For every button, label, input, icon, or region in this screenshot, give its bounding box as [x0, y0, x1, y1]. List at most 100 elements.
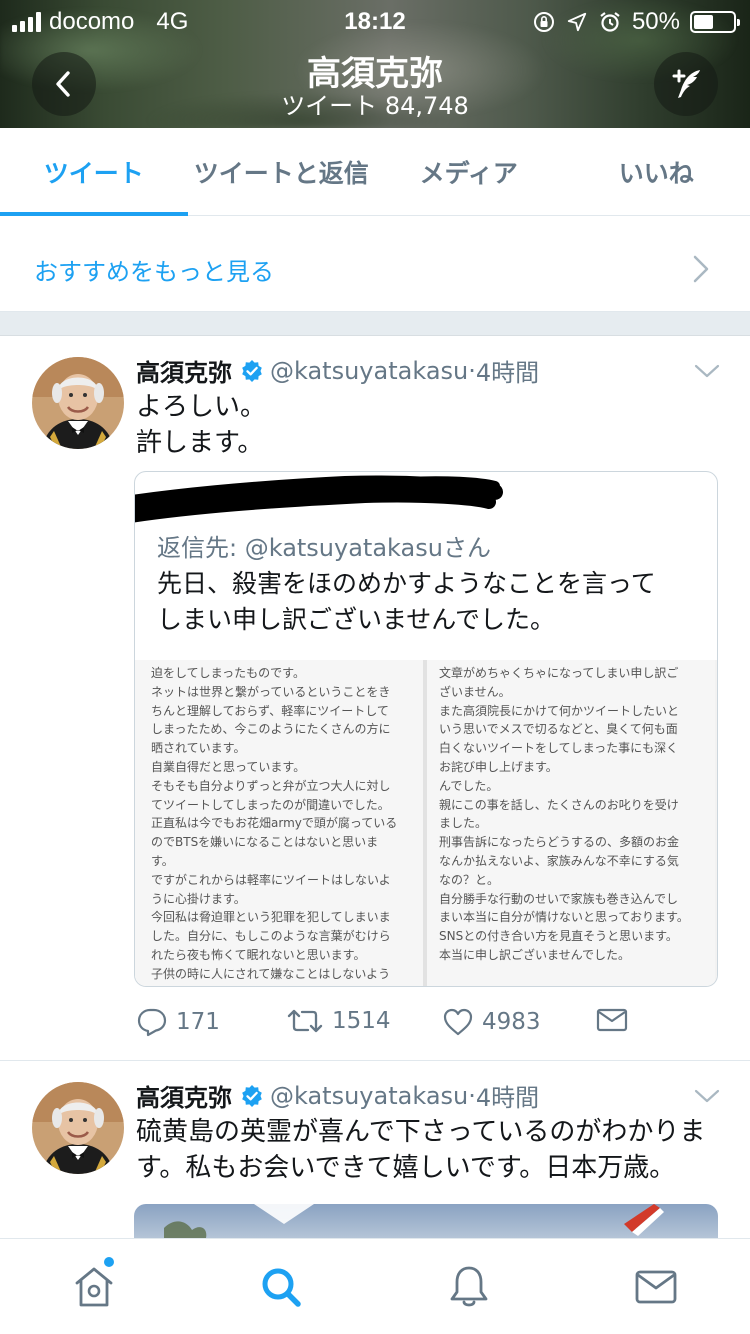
nav-messages[interactable] [563, 1239, 750, 1334]
compose-tweet-button[interactable] [654, 52, 718, 116]
media-text-line: うに心掛けます。 [151, 891, 246, 906]
search-icon [262, 1268, 301, 1307]
bottom-navigation [0, 1238, 750, 1334]
mail-icon [635, 1270, 677, 1303]
media-text-line: また高須院長にかけて何かツイートしたいと [439, 703, 680, 718]
quoted-media[interactable]: 迫をしてしまったものです。 ネットは世界と繋がっているということをき ちんと理解して… [135, 660, 717, 986]
author-name[interactable]: 高須克弥 [136, 353, 232, 388]
tab-tweets-and-replies[interactable]: ツイートと返信 [188, 128, 376, 215]
chevron-right-icon [693, 255, 709, 283]
author-handle[interactable]: @katsuyatakasu [270, 357, 468, 385]
media-text-line: ちんと理解しておらず、軽率にツイートして [151, 703, 389, 718]
avatar-image [32, 357, 124, 449]
verified-badge-icon [242, 1084, 262, 1107]
nav-notifications[interactable] [375, 1239, 563, 1334]
tweet-header: 高須克弥 @katsuyatakasu · 4時間 [136, 353, 539, 388]
nav-home[interactable] [0, 1239, 188, 1334]
media-text-line: ました。 [439, 816, 488, 831]
direct-message-button[interactable] [596, 1007, 628, 1033]
reply-button[interactable]: 171 [136, 1007, 220, 1037]
retweet-count: 1514 [332, 1008, 391, 1034]
media-text-line: まい本当に自分が情けないと思っております。 [439, 910, 689, 925]
tweet-count: ツイート 84,748 [281, 92, 469, 120]
photo-content [164, 1204, 664, 1238]
reply-icon [137, 1008, 167, 1037]
media-text-line: 文章がめちゃくちゃになってしまい申し訳ご [439, 666, 679, 680]
media-text-line: 刑事告訴になったらどうするの、多額のお金 [439, 835, 680, 850]
author-handle[interactable]: @katsuyatakasu [270, 1082, 468, 1110]
author-name[interactable]: 高須克弥 [136, 1078, 232, 1113]
tweet-text-line: 許します。 [136, 428, 264, 458]
media-text-line: ですがこれからは軽率にツイートはしないよ [151, 872, 391, 887]
tweet[interactable]: 高須克弥 @katsuyatakasu · 4時間 よろしい。 許します。 返信… [0, 337, 750, 1061]
separator-dot: · [468, 356, 476, 385]
bell-icon [450, 1266, 488, 1306]
separator-dot: · [468, 1081, 476, 1110]
mail-icon [596, 1008, 628, 1032]
tweet-time: 4時間 [475, 1084, 540, 1112]
media-image-left[interactable]: 迫をしてしまったものです。 ネットは世界と繋がっているということをき ちんと理解して… [135, 660, 427, 986]
media-text-line: れたら夜も怖くて眠れないと思います。 [151, 947, 366, 962]
chevron-down-icon[interactable] [694, 1088, 720, 1104]
profile-tabs: ツイート ツイートと返信 メディア いいね [0, 128, 750, 216]
nav-search[interactable] [188, 1239, 376, 1334]
battery-percent: 50% [631, 8, 680, 35]
quoted-text-line: しまい申し訳ございませんでした。 [157, 605, 556, 634]
media-text-line: 自分勝手な行動のせいで家族も巻き込んでし [439, 891, 679, 906]
quoted-text: 先日、殺害をほのめかすようなことを言って しまい申し訳ございませんでした。 [157, 566, 697, 638]
tweet-photo[interactable] [134, 1204, 718, 1238]
tweet-text-line: 硫黄島の英霊が喜んで下さっているのがわかりま [136, 1117, 706, 1147]
orientation-lock-icon [533, 12, 554, 32]
retweet-icon [287, 1009, 323, 1033]
tweet-text: 硫黄島の英霊が喜んで下さっているのがわかりま す。私もお会いできて嬉しいです。日… [136, 1114, 726, 1186]
media-text-line: ざいません。 [439, 684, 511, 699]
like-button[interactable]: 4983 [442, 1007, 541, 1037]
media-text-line: 本当に申し訳ございませんでした。 [439, 947, 631, 962]
reply-count: 171 [176, 1009, 220, 1035]
section-divider [0, 312, 750, 336]
avatar[interactable] [32, 357, 124, 449]
media-text-line: SNSとの付き合い方を見直そうと思います。 [439, 929, 678, 944]
reply-to-label: 返信先: @katsuyatakasuさん [157, 534, 491, 562]
tab-likes[interactable]: いいね [563, 128, 750, 215]
home-icon [75, 1267, 113, 1306]
media-text-line: す。 [151, 853, 174, 868]
notification-dot [104, 1257, 114, 1267]
media-text-line: 正直私は今でもお花畑armyで頭が腐っている [151, 816, 398, 831]
tab-media[interactable]: メディア [375, 128, 563, 215]
tweet-header: 高須克弥 @katsuyatakasu · 4時間 [136, 1078, 539, 1113]
redaction-scribble [135, 475, 503, 523]
recommend-label: おすすめをもっと見る [34, 258, 274, 286]
profile-header: docomo 4G 18:12 50% 高須克弥 ツイート 84,748 [0, 0, 750, 128]
quoted-tweet[interactable]: 返信先: @katsuyatakasuさん 先日、殺害をほのめかすようなことを言… [134, 471, 718, 987]
media-text-line: 今回私は脅迫罪という犯罪を犯してしまいま [151, 910, 391, 925]
media-text-line: 迫をしてしまったものです。 [151, 666, 305, 680]
media-text-line: 白くないツイートをしてしまった事にも深く [439, 741, 679, 756]
tweet-text-line: よろしい。 [136, 392, 267, 422]
media-text-line: しまったため、今このようにたくさんの方に [151, 722, 391, 737]
tweet-text: よろしい。 許します。 [136, 389, 726, 461]
media-text-line: そもそも自分よりずっと弁が立つ大人に対し [151, 778, 391, 793]
media-text-line: なの？と。 [439, 872, 500, 887]
media-text-line: んでした。 [439, 778, 499, 793]
media-text-line: 晒されています。 [151, 741, 246, 756]
like-count: 4983 [482, 1009, 541, 1035]
tab-tweets[interactable]: ツイート [0, 128, 188, 216]
media-text-line: 親にこの事を話し、たくさんのお叱りを受け [439, 797, 679, 812]
tweet[interactable]: 高須克弥 @katsuyatakasu · 4時間 硫黄島の英霊が喜んで下さって… [0, 1062, 750, 1238]
chevron-down-icon[interactable] [694, 363, 720, 379]
media-text-line: のでBTSを嫌いになることはないと思いま [151, 835, 379, 850]
status-right: 50% [532, 8, 740, 36]
location-arrow-icon [567, 12, 587, 32]
quoted-text-line: 先日、殺害をほのめかすようなことを言って [157, 569, 656, 598]
retweet-button[interactable]: 1514 [286, 1007, 391, 1035]
tweet-actions: 171 1514 4983 [136, 1007, 656, 1043]
see-more-recommendations[interactable]: おすすめをもっと見る [0, 226, 750, 312]
tweet-time: 4時間 [475, 359, 540, 387]
media-image-right[interactable]: 文章がめちゃくちゃになってしまい申し訳ご ざいません。また高須院長にかけて何かツイ… [427, 660, 715, 986]
heart-icon [443, 1008, 473, 1036]
compose-tweet-icon [672, 69, 700, 98]
media-text-line: 自業自得だと思っています。 [151, 759, 306, 774]
avatar[interactable] [32, 1082, 124, 1174]
media-text-line: てツイートしてしまったのが間違いでした。 [151, 797, 390, 812]
